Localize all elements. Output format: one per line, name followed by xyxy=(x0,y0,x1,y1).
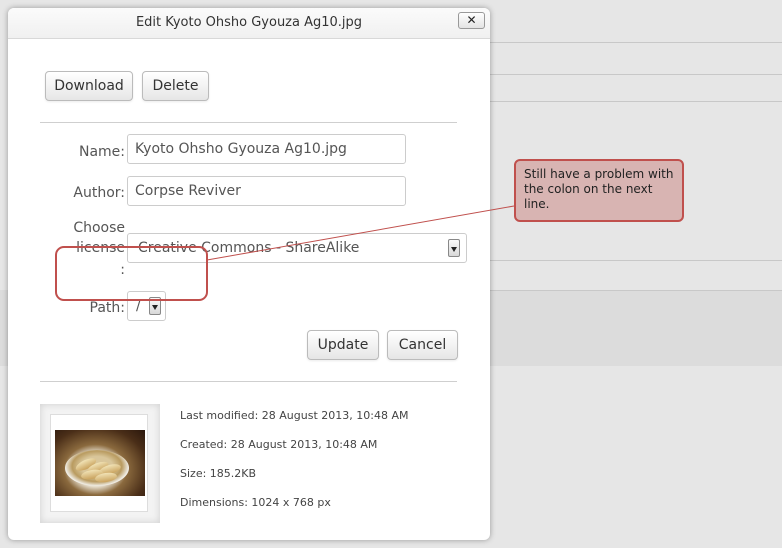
background-divider xyxy=(490,260,782,261)
name-label: Name: xyxy=(78,144,125,160)
dialog-title: Edit Kyoto Ohsho Gyouza Ag10.jpg xyxy=(135,15,363,30)
author-label: Author: xyxy=(73,185,125,201)
edit-file-dialog: Edit Kyoto Ohsho Gyouza Ag10.jpg ✕ Downl… xyxy=(8,8,490,540)
background-divider xyxy=(490,74,782,75)
gyoza-photo xyxy=(55,430,145,496)
dialog-header: Edit Kyoto Ohsho Gyouza Ag10.jpg ✕ xyxy=(8,8,490,39)
chevron-down-icon xyxy=(149,297,161,315)
dimensions-text: Dimensions: 1024 x 768 px xyxy=(180,496,331,509)
file-thumbnail xyxy=(40,404,160,523)
annotation-callout: Still have a problem with the colon on t… xyxy=(514,159,684,222)
license-select-value: Creative Commons - ShareAlike xyxy=(138,240,360,256)
background-divider xyxy=(490,290,782,291)
close-icon: ✕ xyxy=(466,13,477,27)
download-button[interactable]: Download xyxy=(45,71,133,101)
cancel-button[interactable]: Cancel xyxy=(387,330,458,360)
background-divider xyxy=(490,101,782,102)
path-select[interactable]: / xyxy=(127,291,166,321)
delete-button[interactable]: Delete xyxy=(142,71,209,101)
divider xyxy=(40,381,457,382)
last-modified-text: Last modified: 28 August 2013, 10:48 AM xyxy=(180,409,409,422)
license-label-colon: : xyxy=(120,262,125,278)
background-divider xyxy=(490,42,782,43)
update-button[interactable]: Update xyxy=(307,330,379,360)
license-select[interactable]: Creative Commons - ShareAlike xyxy=(127,233,467,263)
thumbnail-border xyxy=(50,414,148,512)
author-input[interactable]: Corpse Reviver xyxy=(127,176,406,206)
close-button[interactable]: ✕ xyxy=(458,12,485,29)
path-select-value: / xyxy=(136,298,141,314)
divider xyxy=(40,122,457,123)
chevron-down-icon xyxy=(448,239,460,257)
created-text: Created: 28 August 2013, 10:48 AM xyxy=(180,438,378,451)
size-text: Size: 185.2KB xyxy=(180,467,257,480)
name-input[interactable]: Kyoto Ohsho Gyouza Ag10.jpg xyxy=(127,134,406,164)
license-label-line2: license xyxy=(76,240,125,256)
license-label-line1: Choose xyxy=(73,220,125,236)
path-label: Path: xyxy=(89,300,125,316)
